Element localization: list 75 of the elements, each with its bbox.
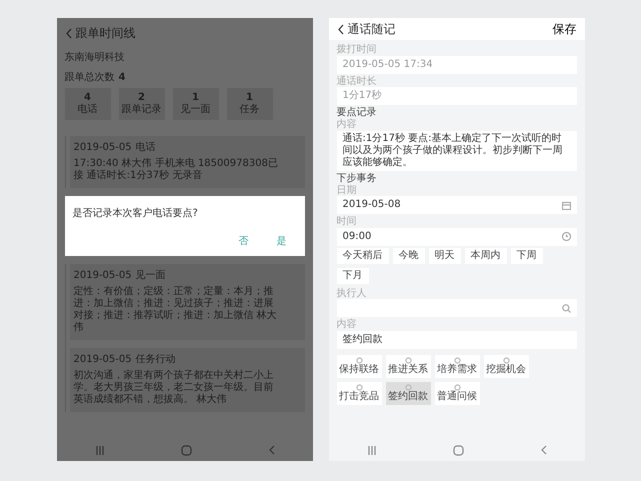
tile-icon (454, 356, 460, 364)
calendar-icon (562, 200, 570, 210)
field-label: 拨打时间 (336, 45, 378, 56)
field-value: 1分17秒 (342, 90, 383, 102)
action-tile[interactable]: 保持联络 (336, 354, 382, 378)
timeline-text: 定性：有价值；定级：正常；定量：本月；推进：加上微信；推进：见过孩子；推进：进展对接；推进：推荐试听；推进：加上微信 林大伟 (74, 286, 278, 334)
stat-label: 见一面 (180, 104, 212, 116)
field-value: 2019-05-05 17:34 (342, 58, 434, 71)
quick-date-chip[interactable]: 明天 (428, 248, 460, 264)
back-icon (268, 445, 274, 455)
field-label: 日期 (336, 186, 358, 196)
stat-value: 1 (191, 92, 200, 104)
recent-apps-icon (366, 446, 376, 454)
input-field[interactable]: 09:00 (336, 228, 576, 246)
timeline-date: 2019-05-05 (74, 270, 132, 282)
input-field[interactable]: 2019-05-08 (336, 196, 576, 214)
field-value: 签约回款 (342, 334, 384, 346)
screen-title: 通话随记 (348, 22, 396, 36)
stat-value: 1 (245, 92, 254, 104)
timeline-type: 任务行动 (136, 354, 176, 366)
back-icon (540, 445, 546, 455)
clock-icon (562, 232, 570, 242)
timeline-date: 2019-05-05 (74, 354, 132, 366)
field-value: 09:00 (342, 230, 372, 243)
tile-icon (502, 356, 510, 364)
quick-date-chip[interactable]: 今天稍后 (336, 248, 388, 264)
section-heading: 下步事务 (336, 172, 378, 184)
tile-icon (404, 356, 412, 364)
tile-icon (356, 384, 362, 391)
tile-icon (454, 384, 460, 391)
action-tile[interactable]: 打击竞品 (336, 382, 382, 405)
action-tile[interactable]: 签约回款 (386, 382, 430, 405)
quick-date-chip[interactable]: 今晚 (392, 248, 424, 264)
action-tile[interactable]: 培养需求 (434, 354, 480, 378)
stat-value: 2 (137, 92, 146, 104)
input-field[interactable]: 通话:1分17秒 要点:基本上确定了下一次试听的时间以及为两个孩子做的课程设计。初步判断下一周应该能够确定。 (336, 130, 576, 171)
stat-label: 跟单记录 (120, 104, 162, 116)
save-button[interactable]: 保存 (552, 22, 576, 36)
quick-date-chip[interactable]: 下月 (336, 268, 368, 284)
back-icon (336, 24, 344, 35)
action-tile[interactable]: 推进关系 (386, 354, 430, 378)
home-icon (180, 444, 192, 456)
quick-date-chip[interactable]: 本周内 (464, 248, 506, 264)
stat-label: 电话 (76, 104, 98, 116)
stat-label: 任务 (238, 104, 260, 116)
timeline-date: 2019-05-05 (74, 142, 132, 154)
timeline-text: 17:30:40 林大伟 手机来电 18500978308已接 通话时长:1分37秒 无录音 (74, 158, 279, 182)
timeline-type: 电话 (136, 142, 156, 154)
screen-title: 跟单时间线 (76, 26, 136, 40)
count-value: 4 (118, 72, 126, 84)
timeline-text: 初次沟通，家里有两个孩子都在中关村二小上学。老大男孩三年级，老二女孩一年级。目前英语成绩都不错，想拔高。 林大伟 (74, 370, 274, 406)
field-label: 内容 (336, 120, 358, 131)
count-label: 跟单总次数 (64, 72, 114, 84)
company-name: 东南海明科技 (64, 52, 126, 64)
home-icon (452, 444, 464, 456)
input-field[interactable] (336, 299, 576, 318)
back-icon (64, 28, 72, 39)
timeline-type: 见一面 (136, 270, 166, 282)
tile-icon (404, 384, 412, 391)
tile-icon (356, 356, 362, 364)
recent-apps-icon (94, 446, 104, 454)
field-label: 执行人 (336, 288, 368, 300)
dialog-message: 是否记录本次客户电话要点? (72, 208, 199, 220)
field-label: 通话时长 (336, 76, 378, 88)
stat-value: 4 (83, 92, 92, 104)
input-field[interactable]: 签约回款 (336, 330, 576, 349)
section-heading: 要点记录 (336, 107, 378, 118)
action-tile[interactable]: 挖掘机会 (484, 354, 528, 378)
field-value: 2019-05-08 (342, 199, 402, 212)
search-icon (562, 304, 570, 313)
quick-date-chip[interactable]: 下周 (510, 248, 542, 264)
action-tile[interactable]: 普通问候 (434, 382, 480, 405)
field-label: 时间 (336, 217, 358, 228)
field-value: 通话:1分17秒 要点:基本上确定了下一次试听的时间以及为两个孩子做的课程设计。初步判断下一周应该能够确定。 (342, 132, 564, 169)
field-label: 内容 (336, 320, 358, 331)
